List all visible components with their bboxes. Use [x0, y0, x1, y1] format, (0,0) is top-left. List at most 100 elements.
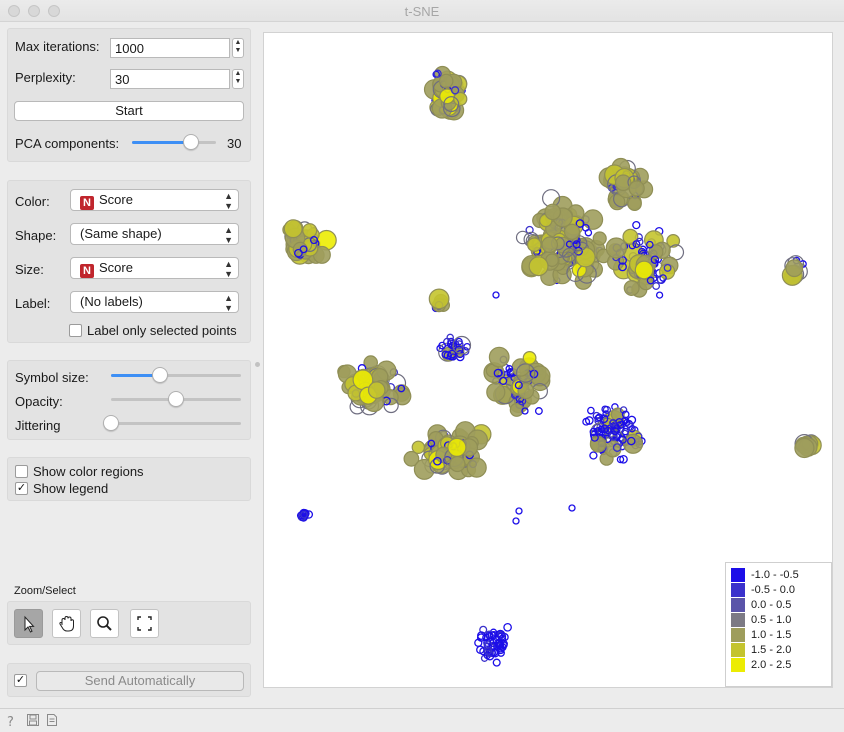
- fit-to-view-icon: [137, 616, 152, 631]
- legend-label: -1.0 - -0.5: [751, 569, 799, 581]
- data-point[interactable]: [492, 658, 501, 667]
- data-point[interactable]: [438, 73, 454, 89]
- label-only-selected-checkbox[interactable]: [69, 324, 82, 337]
- data-point[interactable]: [534, 407, 543, 415]
- show-color-regions-label: Show color regions: [33, 464, 144, 479]
- legend-swatch: [731, 613, 745, 627]
- pan-tool-button[interactable]: [52, 609, 81, 638]
- data-point[interactable]: [526, 237, 542, 252]
- perplexity-stepper[interactable]: ▲ ▼: [232, 69, 244, 89]
- data-point[interactable]: [628, 180, 645, 197]
- save-icon[interactable]: [26, 713, 40, 727]
- opacity-label: Opacity:: [15, 394, 63, 409]
- data-point[interactable]: [589, 451, 598, 460]
- send-automatically-checkbox[interactable]: ✓: [14, 674, 27, 687]
- legend-label: 1.0 - 1.5: [751, 629, 792, 641]
- data-point[interactable]: [428, 288, 450, 310]
- label-combo-value: (No labels): [80, 294, 143, 309]
- optimization-panel: Max iterations: 1000 ▲ ▼ Perplexity: 30 ▲…: [7, 28, 251, 162]
- start-button[interactable]: Start: [14, 101, 244, 121]
- legend-swatch: [731, 568, 745, 582]
- data-point[interactable]: [544, 203, 561, 221]
- label-label: Label:: [15, 296, 51, 311]
- data-point[interactable]: [453, 91, 468, 107]
- max-iterations-input[interactable]: 1000: [110, 38, 230, 58]
- data-point[interactable]: [794, 437, 815, 459]
- size-combo[interactable]: N Score ▲ ▼: [70, 257, 239, 279]
- numeric-variable-icon: N: [80, 196, 94, 210]
- show-color-regions-checkbox[interactable]: [15, 465, 28, 478]
- legend-item: 0.5 - 1.0: [731, 613, 791, 627]
- send-panel: ✓ Send Automatically: [7, 663, 251, 697]
- max-iterations-stepper[interactable]: ▲ ▼: [232, 38, 244, 58]
- legend-swatch: [731, 628, 745, 642]
- shape-combo[interactable]: (Same shape) ▲ ▼: [70, 223, 239, 245]
- data-point[interactable]: [592, 231, 607, 246]
- send-automatically-button[interactable]: Send Automatically: [36, 671, 244, 691]
- data-point[interactable]: [517, 382, 535, 400]
- legend-item: 1.5 - 2.0: [731, 643, 791, 657]
- fit-view-button[interactable]: [130, 609, 159, 638]
- data-point[interactable]: [512, 517, 520, 525]
- data-point[interactable]: [785, 259, 804, 278]
- data-point[interactable]: [582, 209, 604, 230]
- data-point[interactable]: [634, 260, 654, 280]
- attributes-panel: Color: N Score ▲ ▼ Shape: (Same shape) ▲ ▼ …: [7, 180, 251, 343]
- perplexity-input[interactable]: 30: [110, 69, 230, 89]
- data-point[interactable]: [492, 291, 500, 299]
- zoom-select-title: Zoom/Select: [14, 585, 76, 597]
- data-point[interactable]: [486, 382, 506, 402]
- data-point[interactable]: [488, 346, 510, 368]
- color-combo[interactable]: N Score ▲ ▼: [70, 189, 239, 211]
- data-point[interactable]: [528, 256, 549, 277]
- data-point[interactable]: [622, 228, 639, 245]
- data-point[interactable]: [367, 381, 386, 399]
- size-label: Size:: [15, 262, 44, 277]
- label-combo[interactable]: (No labels) ▲ ▼: [70, 291, 239, 313]
- data-point[interactable]: [503, 622, 512, 632]
- legend-label: 1.5 - 2.0: [751, 644, 792, 656]
- numeric-variable-icon: N: [80, 264, 94, 278]
- data-point[interactable]: [604, 440, 622, 458]
- data-point[interactable]: [447, 437, 467, 457]
- data-point[interactable]: [627, 196, 642, 211]
- legend-label: -0.5 - 0.0: [751, 584, 796, 596]
- data-point[interactable]: [541, 236, 558, 253]
- updown-chevron-icon: ▲ ▼: [224, 225, 233, 245]
- report-icon[interactable]: [46, 713, 58, 727]
- show-legend-checkbox[interactable]: ✓: [15, 482, 28, 495]
- updown-chevron-icon: ▲ ▼: [224, 293, 233, 313]
- legend-item: 0.0 - 0.5: [731, 598, 791, 612]
- select-tool-button[interactable]: [14, 609, 43, 638]
- jittering-label: Jittering: [15, 418, 61, 433]
- window-title: t-SNE: [404, 4, 440, 19]
- data-point[interactable]: [522, 351, 537, 365]
- data-point[interactable]: [655, 291, 664, 299]
- legend-item: 1.0 - 1.5: [731, 628, 791, 642]
- legend-swatch: [731, 583, 745, 597]
- color-label: Color:: [15, 194, 50, 209]
- data-point[interactable]: [449, 455, 466, 473]
- zoom-tool-button[interactable]: [90, 609, 119, 638]
- help-icon[interactable]: ?: [5, 714, 17, 728]
- visual-settings-panel: Symbol size: Opacity: Jittering: [7, 360, 251, 440]
- data-point[interactable]: [283, 219, 303, 239]
- data-point[interactable]: [515, 507, 523, 515]
- symbol-size-label: Symbol size:: [15, 370, 89, 385]
- data-point[interactable]: [529, 365, 551, 387]
- shape-combo-value: (Same shape): [80, 226, 162, 241]
- data-point[interactable]: [466, 457, 487, 478]
- data-point[interactable]: [509, 402, 524, 417]
- pointer-icon: [24, 615, 35, 633]
- data-point[interactable]: [563, 223, 581, 240]
- pca-components-label: PCA components:: [15, 136, 120, 151]
- data-point[interactable]: [605, 237, 627, 259]
- data-point[interactable]: [623, 280, 640, 297]
- splitter-handle[interactable]: [255, 362, 260, 367]
- data-point[interactable]: [587, 406, 595, 415]
- legend-label: 0.0 - 0.5: [751, 599, 792, 611]
- data-point[interactable]: [632, 220, 641, 230]
- data-point[interactable]: [568, 504, 576, 512]
- data-point[interactable]: [652, 282, 661, 290]
- zoom-select-panel: [7, 601, 251, 645]
